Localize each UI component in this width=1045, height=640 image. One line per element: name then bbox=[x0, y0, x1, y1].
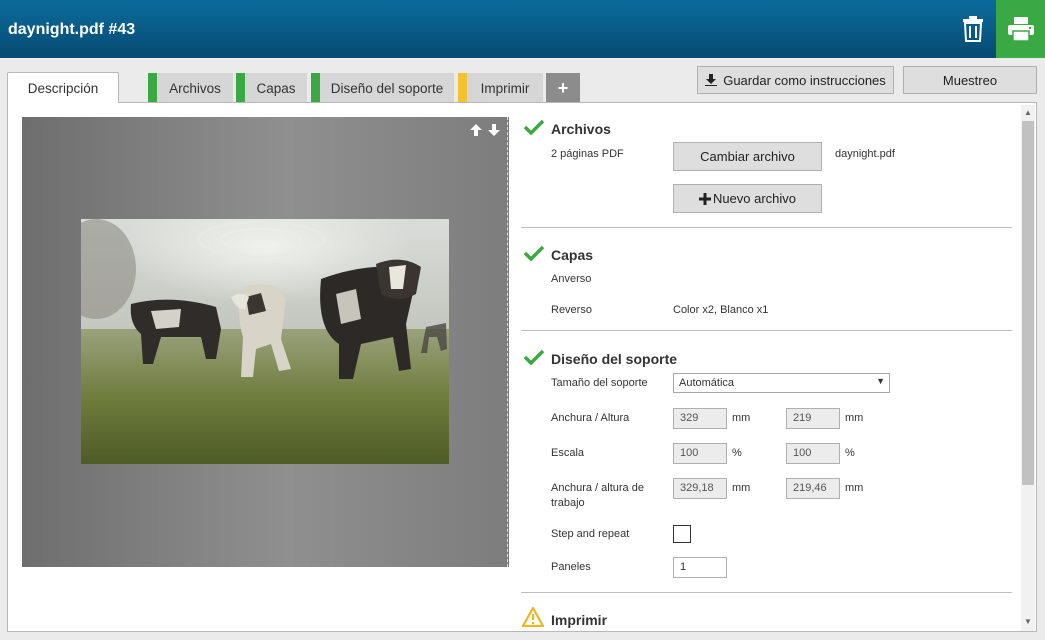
work-width-field[interactable]: 329,18 bbox=[673, 478, 727, 499]
height-field[interactable]: 219 bbox=[786, 408, 840, 429]
add-tab-button[interactable]: + bbox=[546, 73, 580, 103]
unit-mm: mm bbox=[845, 412, 864, 424]
unit-mm: mm bbox=[845, 482, 864, 494]
section-title-print: Imprimir bbox=[551, 612, 608, 628]
new-file-button[interactable]: Nuevo archivo bbox=[673, 184, 822, 213]
scrollbar-thumb[interactable] bbox=[1022, 121, 1034, 485]
scale-label: Escala bbox=[551, 447, 585, 459]
panels-label: Paneles bbox=[551, 561, 591, 573]
sample-button[interactable]: Muestreo bbox=[903, 66, 1037, 94]
step-repeat-label: Step and repeat bbox=[551, 528, 630, 540]
work-size-label-line2: trabajo bbox=[551, 497, 585, 509]
scroll-up-icon[interactable]: ▲ bbox=[1023, 108, 1033, 118]
scroll-down-icon[interactable]: ▼ bbox=[1023, 617, 1033, 627]
scale-x-field[interactable]: 100 bbox=[673, 443, 727, 464]
section-title-files: Archivos bbox=[551, 121, 611, 137]
tab-description[interactable]: Descripción bbox=[7, 72, 119, 103]
divider bbox=[521, 227, 1012, 228]
tab-media-layout[interactable]: Diseño del soporte bbox=[311, 73, 454, 103]
media-size-value: Automática bbox=[679, 377, 735, 389]
work-height-field[interactable]: 219,46 bbox=[786, 478, 840, 499]
back-value: Color x2, Blanco x1 bbox=[673, 304, 769, 316]
check-icon bbox=[524, 349, 544, 365]
step-repeat-checkbox[interactable] bbox=[673, 525, 691, 543]
printer-icon bbox=[1007, 17, 1034, 41]
section-title-layers: Capas bbox=[551, 247, 594, 263]
work-size-label-line1: Anchura / altura de bbox=[551, 482, 644, 494]
save-instructions-button[interactable]: Guardar como instrucciones bbox=[697, 66, 894, 94]
preview-image bbox=[81, 219, 449, 464]
media-size-select[interactable]: Automática ▼ bbox=[673, 373, 890, 393]
preview-edge bbox=[507, 117, 509, 567]
download-icon bbox=[705, 74, 718, 86]
unit-percent: % bbox=[845, 447, 855, 459]
page-title: daynight.pdf #43 bbox=[8, 21, 136, 38]
tab-layers[interactable]: Capas bbox=[236, 73, 307, 103]
plus-icon bbox=[698, 192, 711, 205]
trash-icon bbox=[963, 16, 983, 42]
unit-percent: % bbox=[732, 447, 742, 459]
front-label: Anverso bbox=[551, 273, 592, 285]
width-field[interactable]: 329 bbox=[673, 408, 727, 429]
section-title-media: Diseño del soporte bbox=[551, 351, 678, 367]
delete-button[interactable] bbox=[950, 0, 996, 58]
panels-field[interactable]: 1 bbox=[673, 557, 727, 578]
files-page-count: 2 páginas PDF bbox=[551, 148, 624, 160]
arrow-down-icon[interactable] bbox=[487, 123, 501, 137]
scale-y-field[interactable]: 100 bbox=[786, 443, 840, 464]
file-name: daynight.pdf bbox=[835, 148, 895, 160]
new-file-label: Nuevo archivo bbox=[712, 191, 797, 206]
check-icon bbox=[524, 245, 544, 261]
unit-mm: mm bbox=[732, 482, 751, 494]
save-instructions-label: Guardar como instrucciones bbox=[723, 72, 886, 88]
check-icon bbox=[524, 119, 544, 135]
unit-mm: mm bbox=[732, 412, 751, 424]
change-file-button[interactable]: Cambiar archivo bbox=[673, 142, 822, 171]
tab-files[interactable]: Archivos bbox=[148, 73, 233, 103]
divider bbox=[521, 592, 1012, 593]
media-size-label: Tamaño del soporte bbox=[551, 377, 648, 389]
width-height-label: Anchura / Altura bbox=[551, 412, 630, 424]
title-bar: daynight.pdf #43 bbox=[0, 0, 1045, 58]
print-button[interactable] bbox=[996, 0, 1045, 58]
tab-print[interactable]: Imprimir bbox=[458, 73, 543, 103]
warning-icon bbox=[522, 607, 544, 627]
back-label: Reverso bbox=[551, 304, 592, 316]
arrow-up-icon[interactable] bbox=[469, 123, 483, 137]
divider bbox=[521, 330, 1012, 331]
chevron-down-icon: ▼ bbox=[876, 376, 885, 386]
